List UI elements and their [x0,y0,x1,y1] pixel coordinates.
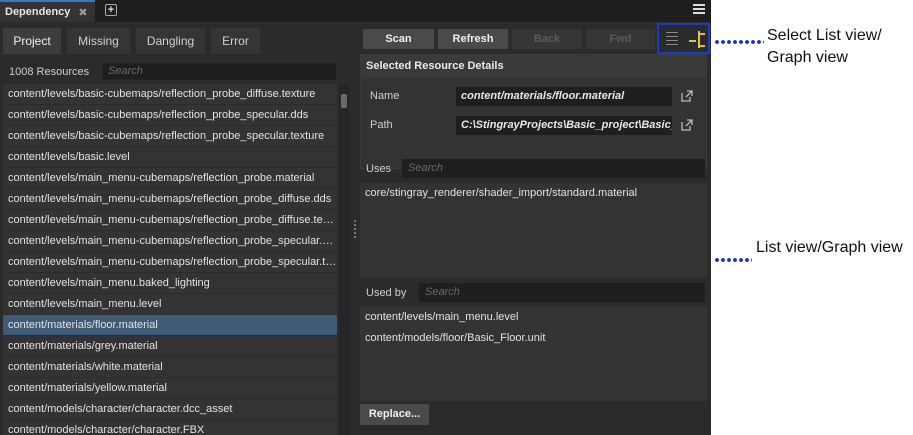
resource-search-row: 1008 Resources Search [0,62,352,82]
resource-count: 1008 Resources [9,66,90,78]
uses-list: core/stingray_renderer/shader_import/sta… [360,183,707,277]
tab-missing[interactable]: Missing [67,28,130,54]
dependency-panel: Dependency ✖ + Project Missing Dangling … [0,0,711,435]
list-item[interactable]: content/levels/main_menu-cubemaps/reflec… [3,168,337,188]
external-link-icon[interactable] [681,119,693,131]
list-item[interactable]: content/models/character/character.FBX [3,420,337,435]
annotation-view-area: List view/Graph view [756,239,903,256]
annotation-dots-view-area [714,258,752,262]
list-item[interactable]: content/levels/main_menu.baked_lighting [3,273,337,293]
path-label: Path [370,119,393,131]
path-field[interactable]: C:\StingrayProjects\Basic_project\Basic_… [456,116,672,135]
title-bar: Dependency ✖ + [0,0,711,22]
list-item[interactable]: content/levels/basic-cubemaps/reflection… [3,84,337,104]
annotation-dots-select-view [714,40,764,44]
tab-dangling[interactable]: Dangling [136,28,205,54]
replace-button[interactable]: Replace... [360,404,429,425]
uses-search-input[interactable]: Search [402,159,705,178]
selected-resource-details: Selected Resource Details Name content/m… [360,54,707,169]
resource-tabs: Project Missing Dangling Error [0,28,352,54]
resource-list: content/levels/basic-cubemaps/reflection… [3,84,337,435]
list-item[interactable]: content/levels/main_menu-cubemaps/reflec… [3,189,337,209]
resource-search-input[interactable]: Search [102,63,336,80]
tab-title: Dependency [5,6,71,18]
list-item[interactable]: content/materials/white.material [3,357,337,377]
details-pane: Scan Refresh Back Fwd Selected Resource … [357,22,711,435]
list-item[interactable]: content/levels/main_menu-cubemaps/reflec… [3,231,337,251]
uses-list-item[interactable]: core/stingray_renderer/shader_import/sta… [360,183,707,203]
list-item[interactable]: content/levels/main_menu-cubemaps/reflec… [3,210,337,230]
list-item[interactable]: content/levels/basic-cubemaps/reflection… [3,105,337,125]
annotation-select-view: Select List view/ Graph view [767,27,882,66]
uses-label: Uses [366,163,392,175]
scrollbar-thumb[interactable] [341,94,347,108]
external-link-icon[interactable] [681,90,693,102]
hamburger-menu-icon[interactable] [693,4,705,16]
list-item[interactable]: content/materials/grey.material [3,336,337,356]
list-item[interactable]: content/materials/yellow.material [3,378,337,398]
view-toggle [657,23,710,54]
tab-project[interactable]: Project [3,28,61,54]
close-icon[interactable]: ✖ [78,6,87,19]
name-label: Name [370,90,400,102]
back-button[interactable]: Back [512,29,582,49]
used-by-list-item[interactable]: content/models/floor/Basic_Floor.unit [360,328,707,348]
details-header: Selected Resource Details [361,55,706,77]
list-item[interactable]: content/levels/basic.level [3,147,337,167]
used-by-list: content/levels/main_menu.level content/mo… [360,307,707,401]
list-item[interactable]: content/models/character/character.dcc_a… [3,399,337,419]
list-item[interactable]: content/levels/basic-cubemaps/reflection… [3,126,337,146]
graph-view-icon[interactable] [689,31,707,48]
used-by-label: Used by [366,287,407,299]
used-by-search-input[interactable]: Search [419,283,705,302]
resource-pane: Project Missing Dangling Error 1008 Reso… [0,22,352,435]
used-by-list-item[interactable]: content/levels/main_menu.level [360,307,707,327]
list-item[interactable]: content/levels/main_menu-cubemaps/reflec… [3,252,337,272]
add-tab-icon[interactable]: + [105,4,117,16]
scan-button[interactable]: Scan [363,29,434,49]
fwd-button[interactable]: Fwd [586,29,655,49]
list-view-icon[interactable] [666,32,678,47]
name-field[interactable]: content/materials/floor.material [456,87,672,106]
tab-dependency[interactable]: Dependency ✖ [0,0,95,22]
list-item[interactable]: content/levels/main_menu.level [3,294,337,314]
resource-list-scrollbar[interactable] [339,84,349,435]
tab-error[interactable]: Error [211,28,260,54]
refresh-button[interactable]: Refresh [438,29,508,49]
list-item[interactable]: content/materials/floor.material [3,315,337,335]
